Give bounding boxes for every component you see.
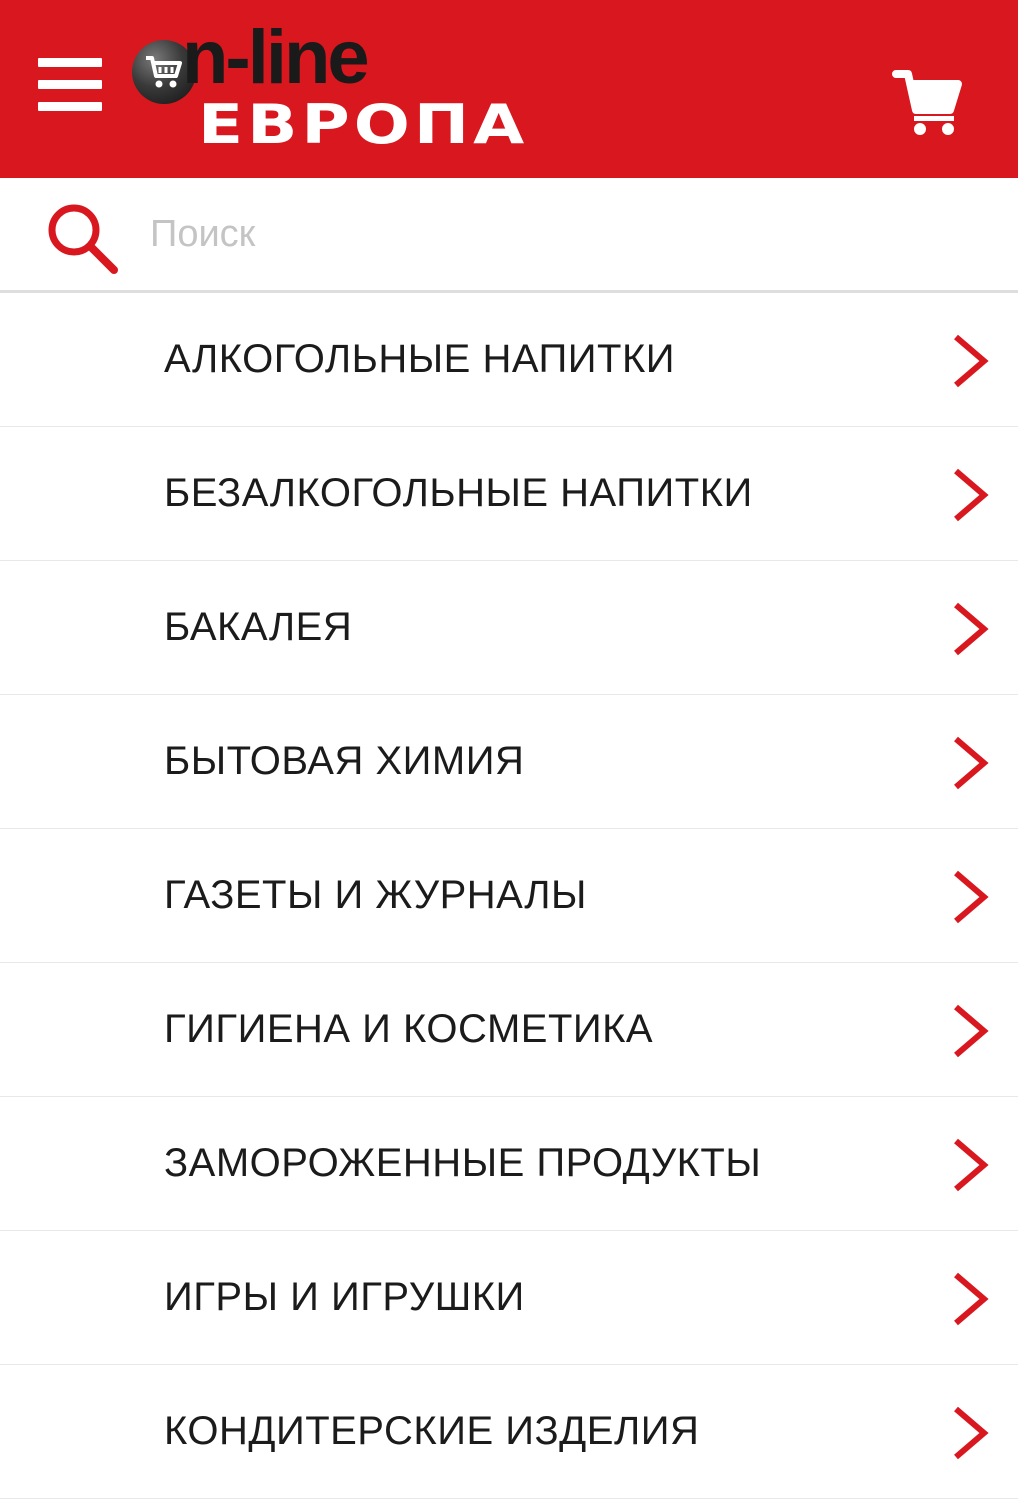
- category-label: ГИГИЕНА И КОСМЕТИКА: [164, 1007, 654, 1051]
- online-europa-logo[interactable]: n-line ЕВРОПА: [128, 18, 568, 168]
- app-screen: n-line ЕВРОПА АЛКОГОЛЬНЫЕ НАПИТКИ БЕЗАЛКО…: [0, 0, 1018, 1500]
- category-item[interactable]: КОНДИТЕРСКИЕ ИЗДЕЛИЯ: [0, 1365, 1018, 1499]
- category-label: БЫТОВАЯ ХИМИЯ: [164, 739, 525, 783]
- chevron-right-icon: [948, 1405, 992, 1461]
- category-label: БАКАЛЕЯ: [164, 605, 353, 649]
- category-item[interactable]: БЫТОВАЯ ХИМИЯ: [0, 695, 1018, 829]
- category-item[interactable]: БЕЗАЛКОГОЛЬНЫЕ НАПИТКИ: [0, 427, 1018, 561]
- chevron-right-icon: [948, 467, 992, 523]
- chevron-right-icon: [948, 333, 992, 389]
- category-label: ЗАМОРОЖЕННЫЕ ПРОДУКТЫ: [164, 1141, 762, 1185]
- shopping-cart-icon[interactable]: [892, 66, 964, 138]
- chevron-right-icon: [948, 1003, 992, 1059]
- search-input[interactable]: [150, 204, 970, 264]
- category-list: АЛКОГОЛЬНЫЕ НАПИТКИ БЕЗАЛКОГОЛЬНЫЕ НАПИТК…: [0, 293, 1018, 1499]
- category-item[interactable]: ЗАМОРОЖЕННЫЕ ПРОДУКТЫ: [0, 1097, 1018, 1231]
- category-item[interactable]: БАКАЛЕЯ: [0, 561, 1018, 695]
- category-item[interactable]: ГАЗЕТЫ И ЖУРНАЛЫ: [0, 829, 1018, 963]
- category-label: ИГРЫ И ИГРУШКИ: [164, 1275, 525, 1319]
- search-bar: [0, 178, 1018, 293]
- chevron-right-icon: [948, 601, 992, 657]
- category-label: АЛКОГОЛЬНЫЕ НАПИТКИ: [164, 337, 676, 381]
- category-item[interactable]: ИГРЫ И ИГРУШКИ: [0, 1231, 1018, 1365]
- category-label: КОНДИТЕРСКИЕ ИЗДЕЛИЯ: [164, 1409, 700, 1453]
- chevron-right-icon: [948, 1137, 992, 1193]
- category-label: БЕЗАЛКОГОЛЬНЫЕ НАПИТКИ: [164, 471, 753, 515]
- top-app-bar: n-line ЕВРОПА: [0, 0, 1018, 178]
- chevron-right-icon: [948, 869, 992, 925]
- logo-text-online: n-line: [182, 15, 370, 100]
- logo-text-europa: ЕВРОПА: [198, 93, 529, 157]
- category-item[interactable]: АЛКОГОЛЬНЫЕ НАПИТКИ: [0, 293, 1018, 427]
- chevron-right-icon: [948, 1271, 992, 1327]
- category-label: ГАЗЕТЫ И ЖУРНАЛЫ: [164, 873, 587, 917]
- search-icon[interactable]: [44, 202, 124, 276]
- hamburger-menu-icon[interactable]: [28, 46, 110, 124]
- chevron-right-icon: [948, 735, 992, 791]
- category-item[interactable]: ГИГИЕНА И КОСМЕТИКА: [0, 963, 1018, 1097]
